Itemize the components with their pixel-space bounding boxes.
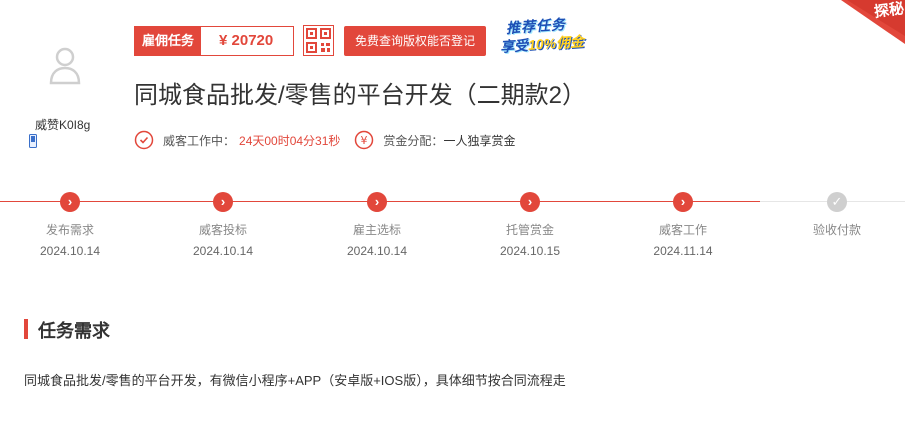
task-description: 同城食品批发/零售的平台开发，有微信小程序+APP（安卓版+IOS版），具体细节… bbox=[24, 373, 566, 388]
step-label: 威客投标 bbox=[198, 223, 247, 237]
step-label: 威客工作 bbox=[658, 223, 707, 237]
step-date: 2024.10.14 bbox=[346, 244, 408, 258]
step-date: 2024.10.14 bbox=[39, 244, 101, 258]
step-label: 验收付款 bbox=[812, 223, 861, 237]
work-countdown: 24天00时04分31秒 bbox=[239, 133, 341, 148]
avatar-icon[interactable] bbox=[45, 44, 85, 88]
progress-step-work: › 威客工作 2024.11.14 bbox=[633, 192, 733, 258]
promo-line2-highlight: 10%佣金 bbox=[527, 33, 585, 53]
step-label: 托管赏金 bbox=[505, 223, 554, 237]
check-icon: ✓ bbox=[827, 192, 847, 212]
task-price: ¥ 20720 bbox=[219, 32, 274, 49]
task-title: 同城食品批发/零售的平台开发（二期款2） bbox=[134, 82, 587, 109]
section-title: 任务需求 bbox=[38, 321, 110, 341]
step-date: 2024.10.15 bbox=[499, 244, 561, 258]
section-marker bbox=[24, 319, 28, 339]
step-label: 雇主选标 bbox=[352, 223, 401, 237]
clock-icon bbox=[134, 130, 154, 150]
phone-icon bbox=[29, 134, 37, 148]
task-type-label: 雇佣任务 bbox=[135, 27, 201, 55]
progress-step-select: › 雇主选标 2024.10.14 bbox=[327, 192, 427, 258]
work-status-label: 威客工作中： bbox=[163, 133, 236, 148]
progress-step-accept: ✓ 验收付款 bbox=[787, 192, 887, 244]
chevron-right-icon: › bbox=[520, 192, 540, 212]
chevron-right-icon: › bbox=[367, 192, 387, 212]
qr-code-icon[interactable] bbox=[303, 25, 334, 56]
task-meta: 威客工作中： 24天00时04分31秒 ¥ 赏金分配： 一人独享赏金 bbox=[134, 128, 515, 152]
step-date: 2024.11.14 bbox=[653, 244, 713, 258]
chevron-right-icon: › bbox=[60, 192, 80, 212]
step-date: 2024.10.14 bbox=[192, 244, 254, 258]
step-label: 发布需求 bbox=[45, 223, 94, 237]
yen-icon: ¥ bbox=[355, 130, 374, 150]
task-type-badge: 雇佣任务 ¥ 20720 bbox=[134, 26, 294, 56]
chevron-right-icon: › bbox=[673, 192, 693, 212]
promo-line2-prefix: 享受 bbox=[499, 36, 529, 55]
copyright-check-button[interactable]: 免费查询版权能否登记 bbox=[344, 26, 486, 56]
chevron-right-icon: › bbox=[213, 192, 233, 212]
progress-step-publish: › 发布需求 2024.10.14 bbox=[20, 192, 120, 258]
reward-value: 一人独享赏金 bbox=[443, 133, 516, 148]
progress-step-escrow: › 托管赏金 2024.10.15 bbox=[480, 192, 580, 258]
reward-label: 赏金分配： bbox=[383, 133, 444, 148]
progress-step-bid: › 威客投标 2024.10.14 bbox=[173, 192, 273, 258]
promo-banner[interactable]: 推荐任务 享受10%佣金 bbox=[498, 15, 618, 57]
user-name[interactable]: 威赞K0I8g bbox=[35, 116, 90, 133]
svg-text:¥: ¥ bbox=[361, 134, 368, 147]
